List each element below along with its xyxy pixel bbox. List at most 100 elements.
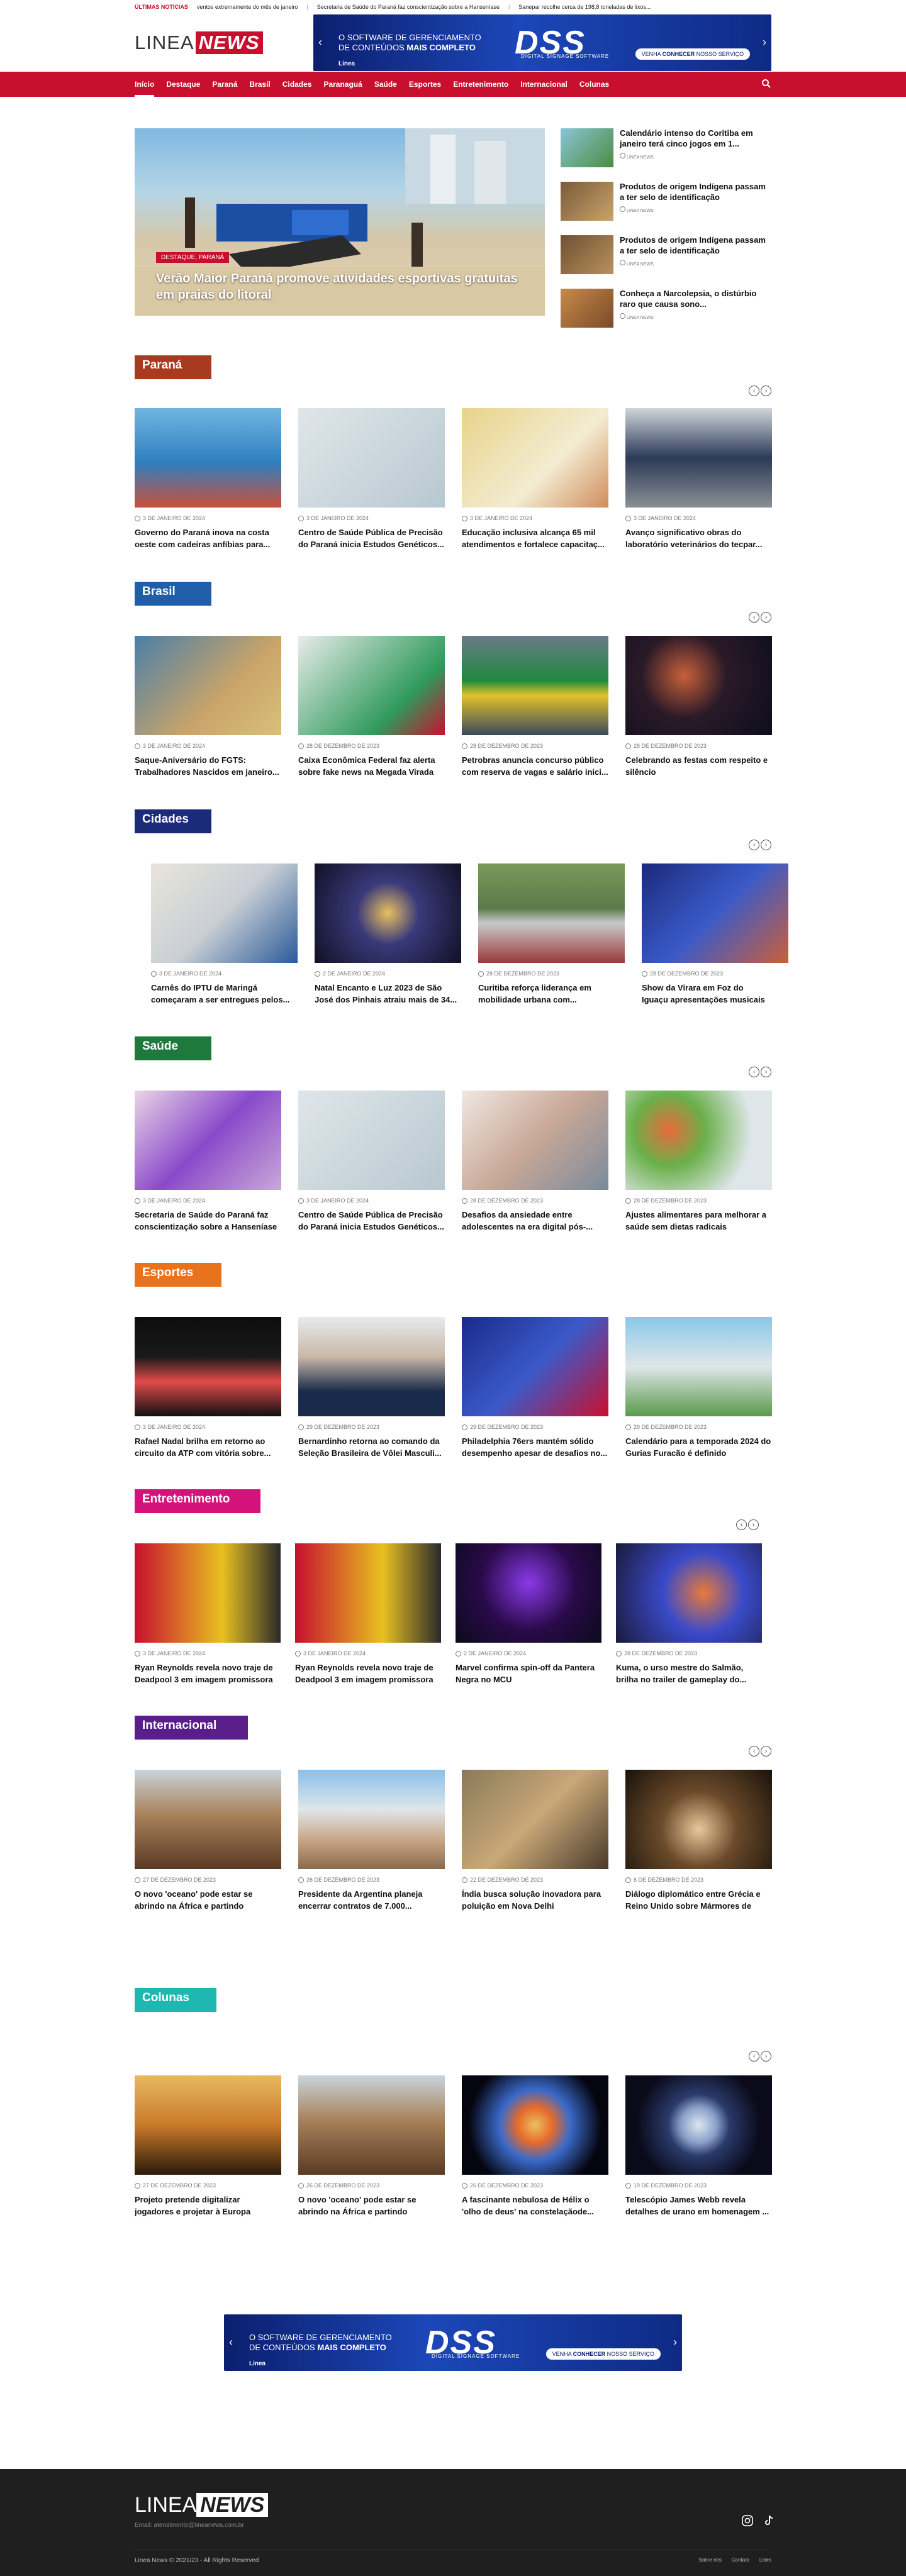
news-card[interactable]: 3 DE JANEIRO DE 2024 Saque-Aniversário do… (135, 636, 281, 779)
card-title[interactable]: Centro de Saúde Pública de Precisão do P… (298, 527, 445, 551)
card-title[interactable]: Natal Encanto e Luz 2023 de São José dos… (315, 982, 461, 1006)
news-card[interactable]: 3 DE JANEIRO DE 2024 Ryan Reynolds revela… (295, 1543, 441, 1686)
news-card[interactable]: 19 DE DEZEMBRO DE 2023 Telescópio James W… (625, 2075, 772, 2218)
card-title[interactable]: Ajustes alimentares para melhorar a saúd… (625, 1209, 772, 1233)
footer-link-contact[interactable]: Contato (732, 2557, 749, 2563)
card-title[interactable]: Marvel confirma spin-off da Pantera Negr… (456, 1662, 601, 1686)
news-card[interactable]: 26 DE DEZEMBRO DE 2023 A fascinante nebul… (462, 2075, 608, 2218)
section-title[interactable]: Entretenimento (135, 1489, 260, 1513)
card-title[interactable]: Avanço significativo obras do laboratóri… (625, 527, 772, 551)
arrow-left-icon[interactable]: ‹ (749, 612, 759, 623)
arrow-right-icon[interactable]: › (761, 1746, 771, 1757)
news-card[interactable]: 28 DE DEZEMBRO DE 2023 Kuma, o urso mestr… (616, 1543, 762, 1686)
arrow-left-icon[interactable]: ‹ (749, 386, 759, 396)
card-title[interactable]: Bernardinho retorna ao comando da Seleçã… (298, 1436, 445, 1460)
card-title[interactable]: Índia busca solução inovadora para polui… (462, 1889, 608, 1913)
news-card[interactable]: 3 DE JANEIRO DE 2024 Governo do Paraná in… (135, 408, 281, 551)
news-card[interactable]: 29 DE DEZEMBRO DE 2023 Bernardinho retorn… (298, 1317, 445, 1460)
card-title[interactable]: Petrobras anuncia concurso público com r… (462, 755, 608, 779)
news-card[interactable]: 28 DE DEZEMBRO DE 2023 Show da Virara em … (642, 863, 788, 1006)
news-card[interactable]: 28 DE DEZEMBRO DE 2023 Caixa Econômica Fe… (298, 636, 445, 779)
arrow-left-icon[interactable]: ‹ (749, 840, 759, 850)
banner-next-icon[interactable]: › (673, 2336, 677, 2349)
section-title[interactable]: Cidades (135, 809, 211, 833)
card-title[interactable]: Caixa Econômica Federal faz alerta sobre… (298, 755, 445, 779)
card-title[interactable]: Calendário para a temporada 2024 do Guri… (625, 1436, 772, 1460)
news-card[interactable]: 3 DE JANEIRO DE 2024 Centro de Saúde Públ… (298, 408, 445, 551)
carousel-arrows: ‹ › (749, 612, 771, 623)
news-card[interactable]: 3 DE JANEIRO DE 2024 Educação inclusiva a… (462, 408, 608, 551)
arrow-right-icon[interactable]: › (761, 612, 771, 623)
news-card[interactable]: 26 DE DEZEMBRO DE 2023 Presidente da Arge… (298, 1770, 445, 1913)
arrow-right-icon[interactable]: › (761, 1067, 771, 1077)
news-card[interactable]: 3 DE JANEIRO DE 2024 Rafael Nadal brilha … (135, 1317, 281, 1460)
card-title[interactable]: Ryan Reynolds revela novo traje de Deadp… (135, 1662, 281, 1686)
ad-banner-bottom[interactable]: ‹ O SOFTWARE DE GERENCIAMENTO DE CONTEÚD… (224, 2314, 682, 2371)
news-card[interactable]: 27 DE DEZEMBRO DE 2023 Projeto pretende d… (135, 2075, 281, 2218)
card-title[interactable]: Diálogo diplomático entre Grécia e Reino… (625, 1889, 772, 1913)
news-card[interactable]: 29 DE DEZEMBRO DE 2023 Philadelphia 76ers… (462, 1317, 608, 1460)
card-title[interactable]: Saque-Aniversário do FGTS: Trabalhadores… (135, 755, 281, 779)
news-card[interactable]: 28 DE DEZEMBRO DE 2023 Celebrando as fest… (625, 636, 772, 779)
card-title[interactable]: Philadelphia 76ers mantém sólido desempe… (462, 1436, 608, 1460)
card-date: 2 DE JANEIRO DE 2024 (315, 970, 461, 977)
footer-email[interactable]: Email: atendimento@lineanews.com.br (135, 2522, 244, 2529)
card-title[interactable]: Secretaria de Saúde do Paraná faz consci… (135, 1209, 281, 1233)
card-image (298, 2075, 445, 2175)
section-title[interactable]: Internacional (135, 1716, 248, 1740)
arrow-right-icon[interactable]: › (748, 1519, 759, 1530)
banner-prev-icon[interactable]: ‹ (229, 2336, 233, 2349)
news-card[interactable]: 26 DE DEZEMBRO DE 2023 O novo 'oceano' po… (298, 2075, 445, 2218)
news-card[interactable]: 28 DE DEZEMBRO DE 2023 Desafios da ansied… (462, 1091, 608, 1233)
arrow-right-icon[interactable]: › (761, 386, 771, 396)
arrow-right-icon[interactable]: › (761, 2051, 771, 2062)
section-title[interactable]: Saúde (135, 1036, 211, 1060)
instagram-icon[interactable] (741, 2514, 754, 2527)
card-title[interactable]: Governo do Paraná inova na costa oeste c… (135, 527, 281, 551)
arrow-left-icon[interactable]: ‹ (749, 2051, 759, 2062)
card-title[interactable]: O novo 'oceano' pode estar se abrindo na… (135, 1889, 281, 1913)
card-title[interactable]: A fascinante nebulosa de Hélix o 'olho d… (462, 2194, 608, 2218)
news-card[interactable]: 3 DE JANEIRO DE 2024 Secretaria de Saúde … (135, 1091, 281, 1233)
card-title[interactable]: Celebrando as festas com respeito e silê… (625, 755, 772, 779)
card-title[interactable]: Projeto pretende digitalizar jogadores e… (135, 2194, 281, 2218)
card-title[interactable]: Presidente da Argentina planeja encerrar… (298, 1889, 445, 1913)
news-card[interactable]: 28 DE DEZEMBRO DE 2023 Petrobras anuncia … (462, 636, 608, 779)
card-title[interactable]: O novo 'oceano' pode estar se abrindo na… (298, 2194, 445, 2218)
arrow-left-icon[interactable]: ‹ (749, 1746, 759, 1757)
section-title[interactable]: Brasil (135, 582, 211, 606)
arrow-left-icon[interactable]: ‹ (736, 1519, 747, 1530)
news-card[interactable]: 27 DE DEZEMBRO DE 2023 O novo 'oceano' po… (135, 1770, 281, 1913)
card-title[interactable]: Carnês do IPTU de Maringá começaram a se… (151, 982, 298, 1006)
card-title[interactable]: Desafios da ansiedade entre adolescentes… (462, 1209, 608, 1233)
arrow-right-icon[interactable]: › (761, 840, 771, 850)
news-card[interactable]: 2 DE JANEIRO DE 2024 Marvel confirma spin… (456, 1543, 601, 1686)
arrow-left-icon[interactable]: ‹ (749, 1067, 759, 1077)
card-title[interactable]: Ryan Reynolds revela novo traje de Deadp… (295, 1662, 441, 1686)
news-card[interactable]: 3 DE JANEIRO DE 2024 Carnês do IPTU de Ma… (151, 863, 298, 1006)
news-card[interactable]: 3 DE JANEIRO DE 2024 Centro de Saúde Públ… (298, 1091, 445, 1233)
news-card[interactable]: 2 DE JANEIRO DE 2024 Natal Encanto e Luz … (315, 863, 461, 1006)
section-title[interactable]: Colunas (135, 1988, 216, 2012)
card-title[interactable]: Telescópio James Webb revela detalhes de… (625, 2194, 772, 2218)
news-card[interactable]: 22 DE DEZEMBRO DE 2023 Índia busca soluçã… (462, 1770, 608, 1913)
card-title[interactable]: Kuma, o urso mestre do Salmão, brilha no… (616, 1662, 762, 1686)
footer-link-lines[interactable]: Lines (759, 2557, 771, 2563)
tiktok-icon[interactable] (763, 2514, 775, 2527)
card-title[interactable]: Centro de Saúde Pública de Precisão do P… (298, 1209, 445, 1233)
card-title[interactable]: Curitiba reforça liderança em mobilidade… (478, 982, 625, 1006)
news-card[interactable]: 6 DE DEZEMBRO DE 2023 Diálogo diplomático… (625, 1770, 772, 1913)
news-card[interactable]: 3 DE JANEIRO DE 2024 Avanço significativo… (625, 408, 772, 551)
footer-link-about[interactable]: Sobre nós (698, 2557, 721, 2563)
card-title[interactable]: Rafael Nadal brilha em retorno ao circui… (135, 1436, 281, 1460)
banner-cta-button[interactable]: VENHA CONHECER NOSSO SERVIÇO (545, 2348, 661, 2360)
news-card[interactable]: 28 DE DEZEMBRO DE 2023 Curitiba reforça l… (478, 863, 625, 1006)
news-card[interactable]: 3 DE JANEIRO DE 2024 Ryan Reynolds revela… (135, 1543, 281, 1686)
footer-logo[interactable]: LINEA NEWS (135, 2493, 269, 2518)
section-title[interactable]: Paraná (135, 355, 211, 379)
section-title[interactable]: Esportes (135, 1263, 221, 1287)
card-title[interactable]: Show da Virara em Foz do Iguaçu apresent… (642, 982, 769, 1006)
news-card[interactable]: 28 DE DEZEMBRO DE 2023 Ajustes alimentare… (625, 1091, 772, 1233)
news-card[interactable]: 29 DE DEZEMBRO DE 2023 Calendário para a … (625, 1317, 772, 1460)
card-title[interactable]: Educação inclusiva alcança 65 mil atendi… (462, 527, 608, 551)
